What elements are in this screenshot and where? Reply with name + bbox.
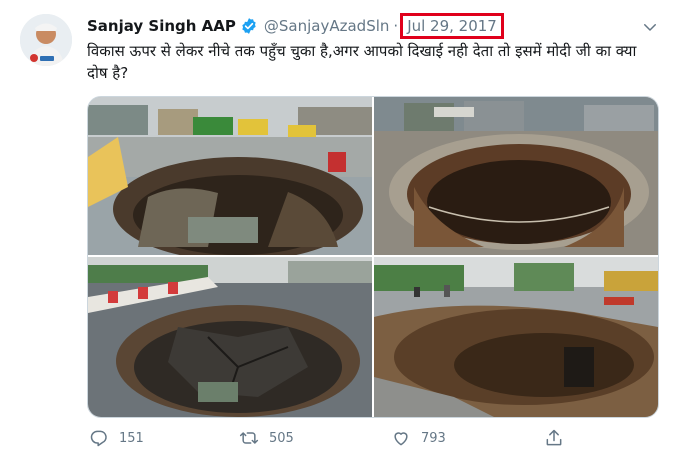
sinkhole-photo-1[interactable] <box>88 97 372 255</box>
chevron-down-icon[interactable] <box>641 18 659 36</box>
avatar[interactable] <box>20 14 72 66</box>
sinkhole-photo-4[interactable] <box>374 257 658 417</box>
tweet-date-link[interactable]: Jul 29, 2017 <box>400 13 504 39</box>
retweet-icon <box>239 432 259 444</box>
reply-icon <box>90 430 107 447</box>
display-name[interactable]: Sanjay Singh AAP <box>87 17 236 35</box>
tweet-header: Sanjay Singh AAP @SanjayAzadSln · Jul 29… <box>87 13 504 39</box>
heart-icon <box>394 432 408 446</box>
user-handle[interactable]: @SanjayAzadSln <box>264 17 390 35</box>
sinkhole-photo-2[interactable] <box>374 97 658 255</box>
like-button[interactable]: 793 <box>391 428 446 448</box>
reply-button[interactable]: 151 <box>89 428 144 448</box>
tweet-actions: 151 505 793 <box>87 428 647 452</box>
retweet-count: 505 <box>269 430 294 446</box>
verified-badge-icon <box>240 17 258 35</box>
share-button[interactable] <box>544 428 574 448</box>
tweet-text: विकास ऊपर से लेकर नीचे तक पहुँच चुका है,… <box>87 42 637 82</box>
media-grid <box>87 96 659 418</box>
reply-count: 151 <box>119 430 144 446</box>
share-icon <box>546 429 562 446</box>
like-count: 793 <box>421 430 446 446</box>
retweet-button[interactable]: 505 <box>239 428 294 448</box>
tweet-card[interactable]: Sanjay Singh AAP @SanjayAzadSln · Jul 29… <box>0 0 684 468</box>
sinkhole-photo-3[interactable] <box>88 257 372 417</box>
header-separator: · <box>393 17 399 35</box>
